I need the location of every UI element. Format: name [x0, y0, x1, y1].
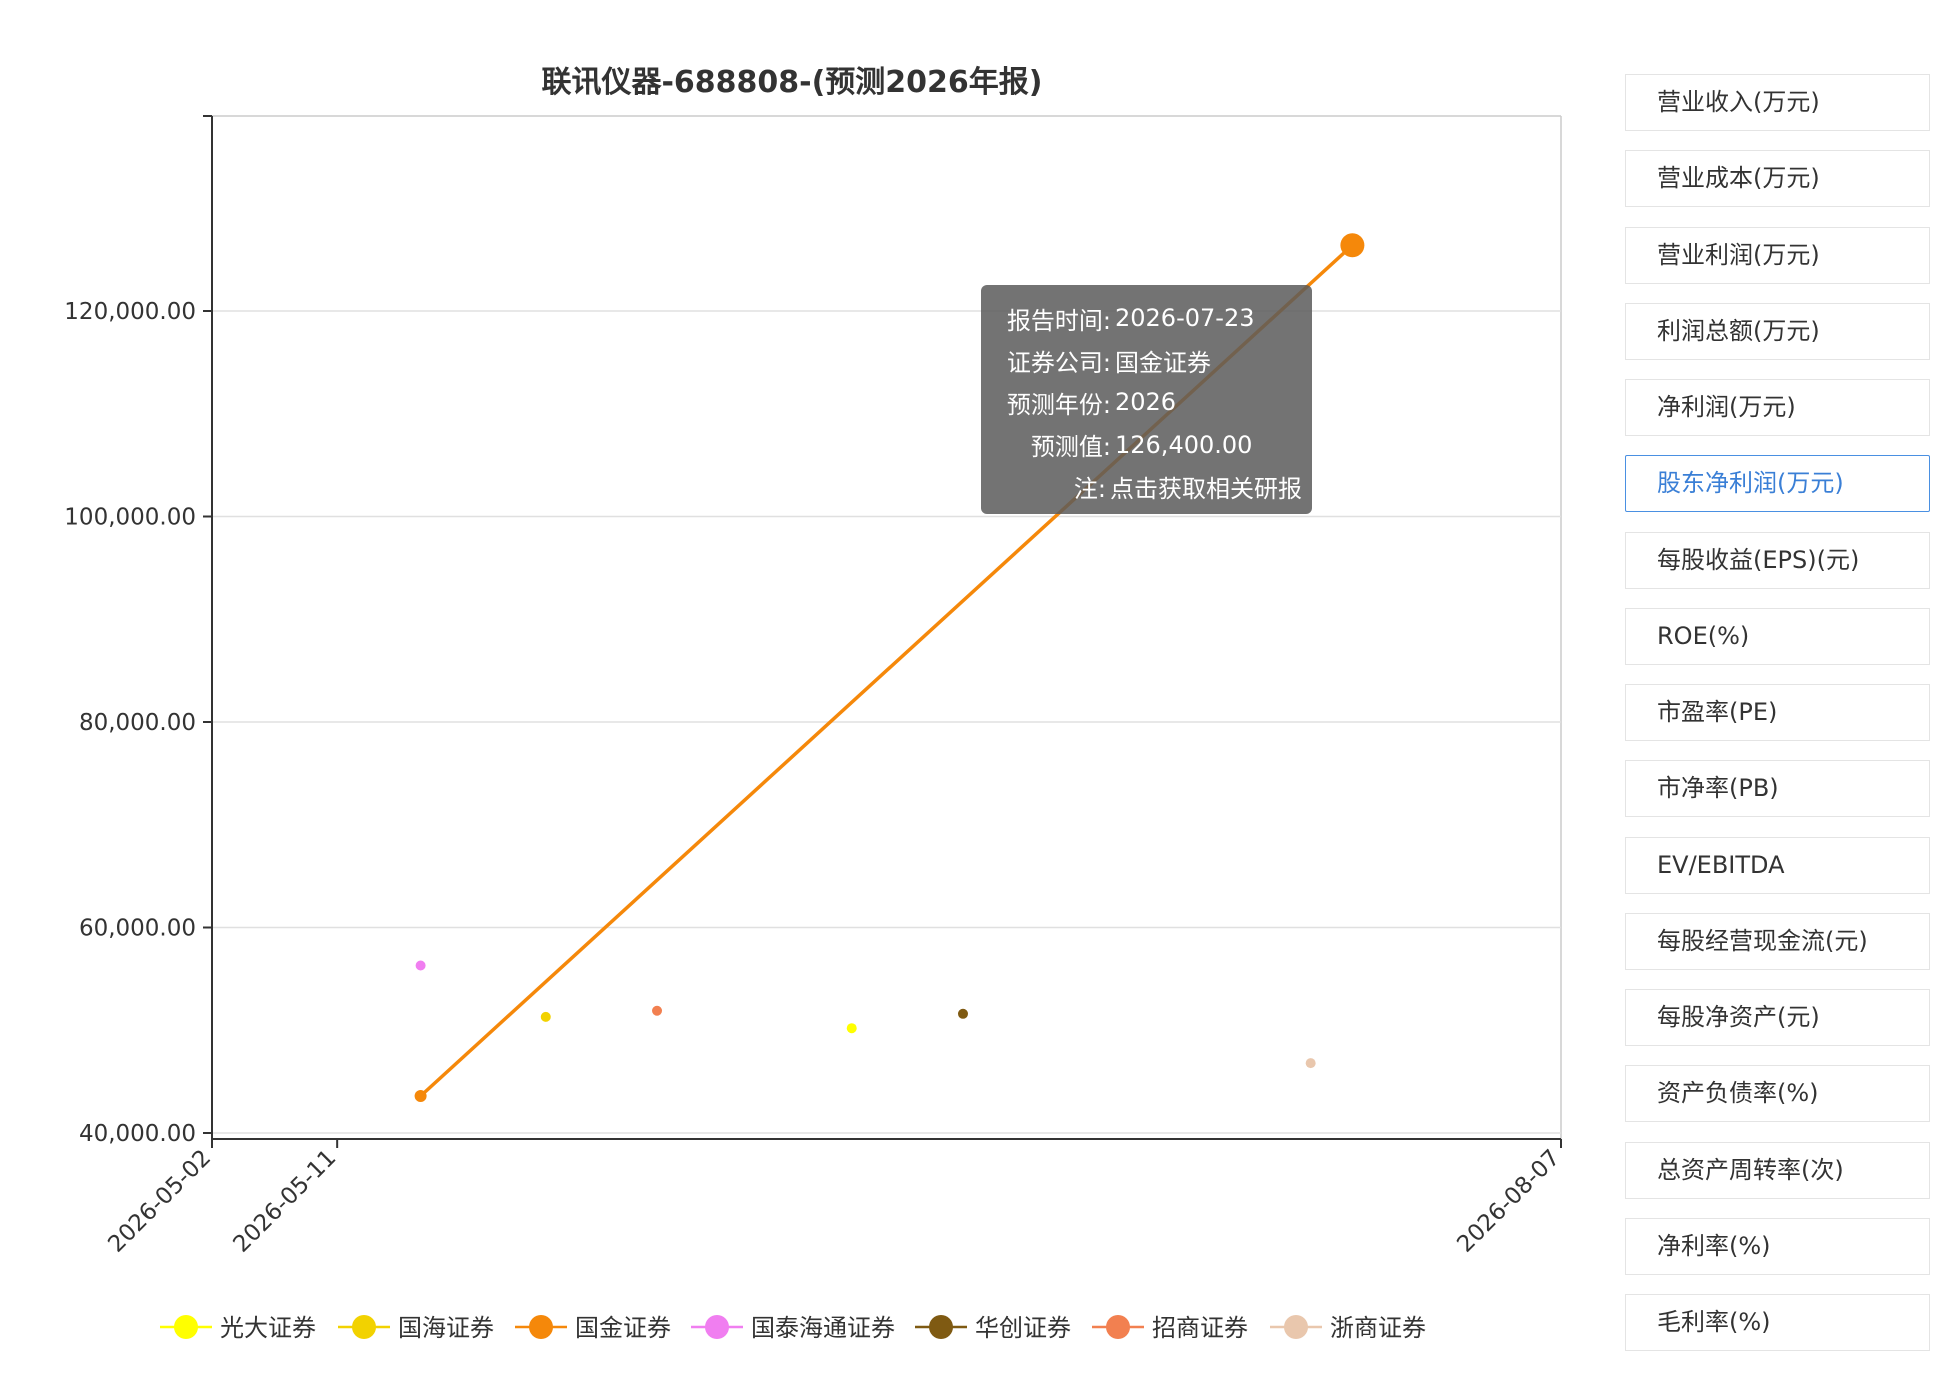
legend-label: 国泰海通证券 — [751, 1314, 895, 1342]
tooltip-report-time-value: 2026-07-23 — [1115, 304, 1255, 333]
data-tooltip: 报告时间: 2026-07-23 证券公司: 国金证券 预测年份: 2026 预… — [981, 285, 1312, 514]
tooltip-value-value: 126,400.00 — [1115, 430, 1253, 459]
legend-item-4[interactable]: 华创证券 — [915, 1314, 1071, 1342]
legend-label: 招商证券 — [1152, 1314, 1248, 1342]
legend-label: 光大证券 — [220, 1314, 316, 1342]
forecast-chart: 联讯仪器-688808-(预测2026年报) 40,000.00 60,000.0… — [64, 65, 1565, 1342]
legend-item-2[interactable]: 国金证券 — [515, 1314, 671, 1342]
menu-item-16[interactable]: 毛利率(%) — [1625, 1294, 1930, 1351]
y-tick-label: 100,000.00 — [64, 505, 196, 531]
menu-item-5[interactable]: 股东净利润(万元) — [1625, 455, 1930, 513]
legend-label: 浙商证券 — [1330, 1314, 1426, 1342]
legend-item-5[interactable]: 招商证券 — [1092, 1314, 1248, 1342]
menu-item-3[interactable]: 利润总额(万元) — [1625, 302, 1930, 360]
tooltip-row-report-time: 报告时间: 2026-07-23 — [991, 297, 1302, 339]
y-tick-label: 40,000.00 — [79, 1121, 196, 1147]
menu-item-2[interactable]: 营业利润(万元) — [1625, 226, 1930, 284]
tooltip-row-value: 预测值: 126,400.00 — [991, 424, 1302, 466]
legend-swatch-dot — [529, 1315, 553, 1339]
menu-item-11[interactable]: 每股经营现金流(元) — [1625, 912, 1930, 970]
menu-item-15[interactable]: 净利率(%) — [1625, 1217, 1930, 1275]
tooltip-row-company: 证券公司: 国金证券 — [991, 339, 1302, 381]
legend-item-0[interactable]: 光大证券 — [160, 1314, 316, 1342]
tooltip-row-year: 预测年份: 2026 — [991, 381, 1302, 423]
y-tick-label: 80,000.00 — [79, 710, 196, 736]
tooltip-company-label: 证券公司: — [1006, 348, 1111, 377]
legend-swatch-dot — [174, 1315, 198, 1339]
menu-item-12[interactable]: 每股净资产(元) — [1625, 989, 1930, 1046]
tooltip-note-label: 注: — [1073, 475, 1106, 504]
menu-item-0[interactable]: 营业收入(万元) — [1625, 74, 1930, 131]
legend-swatch-dot — [929, 1315, 953, 1339]
legend-item-6[interactable]: 浙商证券 — [1270, 1314, 1426, 1342]
x-axis-ticks: 2026-05-02 2026-05-11 2026-08-07 — [103, 1139, 1565, 1258]
tooltip-report-time-label: 报告时间: — [1006, 306, 1111, 335]
data-point-2-1[interactable] — [1340, 233, 1365, 258]
data-point-0-0[interactable] — [846, 1023, 857, 1034]
menu-item-13[interactable]: 资产负债率(%) — [1625, 1065, 1930, 1123]
chart-title: 联讯仪器-688808-(预测2026年报) — [541, 65, 1042, 100]
y-tick-label: 60,000.00 — [79, 916, 196, 942]
legend-swatch-dot — [705, 1315, 729, 1339]
data-point-4-0[interactable] — [957, 1008, 968, 1019]
axes — [211, 116, 1561, 1140]
x-tick-label: 2026-08-07 — [1452, 1145, 1565, 1258]
menu-item-4[interactable]: 净利润(万元) — [1625, 379, 1930, 436]
legend-swatch-dot — [352, 1315, 376, 1339]
legend[interactable]: 光大证券 国海证券 国金证券 国泰海通证券 华创证券 招商证券 浙商证券 — [160, 1314, 1426, 1342]
menu-item-6[interactable]: 每股收益(EPS)(元) — [1625, 531, 1930, 589]
x-tick-label: 2026-05-11 — [229, 1145, 342, 1258]
tooltip-company-value: 国金证券 — [1115, 348, 1211, 377]
menu-item-8[interactable]: 市盈率(PE) — [1625, 684, 1930, 741]
tooltip-year-label: 预测年份: — [1006, 390, 1111, 419]
menu-item-7[interactable]: ROE(%) — [1625, 607, 1930, 665]
legend-swatch-dot — [1284, 1315, 1308, 1339]
legend-swatch-dot — [1106, 1315, 1130, 1339]
data-point-1-0[interactable] — [540, 1011, 551, 1022]
y-tick-label: 120,000.00 — [64, 299, 196, 325]
tooltip-value-label: 预测值: — [1030, 433, 1111, 462]
data-point-5-0[interactable] — [652, 1005, 663, 1016]
menu-item-10[interactable]: EV/EBITDA — [1625, 836, 1930, 894]
data-point-6-0[interactable] — [1305, 1058, 1316, 1069]
data-point-3-0[interactable] — [415, 960, 426, 971]
menu-item-9[interactable]: 市净率(PB) — [1625, 760, 1930, 818]
menu-item-1[interactable]: 营业成本(万元) — [1625, 150, 1930, 208]
legend-item-1[interactable]: 国海证券 — [338, 1314, 494, 1342]
grid-lines — [212, 115, 1562, 1139]
x-tick-label: 2026-05-02 — [103, 1145, 216, 1258]
menu-item-14[interactable]: 总资产周转率(次) — [1625, 1141, 1930, 1199]
tooltip-note-link[interactable]: 点击获取相关研报 — [1106, 469, 1302, 504]
tooltip-year-value: 2026 — [1115, 388, 1177, 417]
legend-item-3[interactable]: 国泰海通证券 — [691, 1314, 895, 1342]
legend-label: 华创证券 — [975, 1314, 1071, 1342]
y-axis-ticks: 40,000.00 60,000.00 80,000.00 100,000.00 120… — [64, 115, 212, 1147]
data-point-2-0[interactable] — [414, 1090, 427, 1103]
tooltip-row-note[interactable]: 注: 点击获取相关研报 — [991, 466, 1302, 508]
metric-menu: 营业收入(万元) 营业成本(万元) 营业利润(万元) 利润总额(万元) 净利润(万元) 股… — [1625, 74, 1930, 1370]
legend-label: 国海证券 — [398, 1314, 494, 1342]
legend-label: 国金证券 — [575, 1314, 671, 1342]
